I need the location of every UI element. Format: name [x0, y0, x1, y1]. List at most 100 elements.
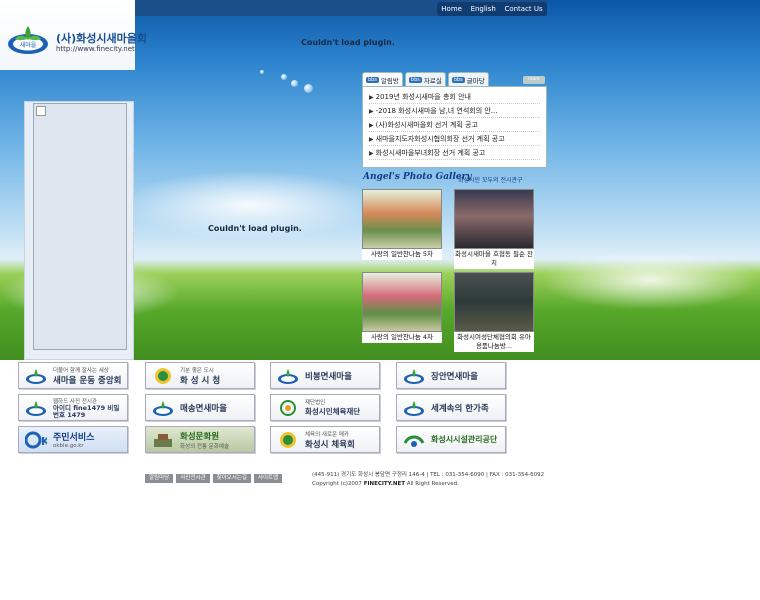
tab-badge-icon: bbs [451, 76, 465, 83]
banner-hwaseong-city[interactable]: 기분 좋은 도시 화 성 시 청 [145, 362, 255, 389]
bubble-decoration [281, 74, 287, 80]
banner-webhard[interactable]: 웹하드 사진 전시관 아이디 fine1479 비밀번호 1479 [18, 394, 128, 421]
gallery-caption: 사랑의 일반찬나눔 5차 [362, 249, 442, 260]
banner-label: 화성시시설관리공단 [431, 435, 498, 444]
footer-address: (445-911) 경기도 화성시 봉담면 구정리 146-4 | TEL : … [312, 472, 545, 478]
notice-tabs: bbs 알림방 bbs 자료실 bbs 글마당 more [362, 72, 547, 86]
bubble-decoration [291, 80, 298, 87]
tab-archive[interactable]: bbs 자료실 [404, 72, 446, 86]
saemaul-logo-icon [404, 400, 424, 416]
banner-subtext: 기분 좋은 도시 [180, 367, 214, 374]
banner-label: 새마을 운동 중앙회 [53, 375, 122, 386]
list-item[interactable]: ▶ 2019년 화성시새마을 총회 안내 [369, 90, 540, 104]
banner-label: 장안면새마을 [431, 371, 478, 382]
tab-badge-icon: bbs [366, 76, 379, 83]
banner-sports-foundation[interactable]: 재단법인 화성시민체육재단 [270, 394, 380, 421]
gallery-item[interactable]: 화성시새마을 호협동 필순 잔치 [454, 189, 534, 269]
banner-resident-service[interactable]: K 주민서비스 okble.go.kr [18, 426, 128, 453]
arrow-right-icon: ▶ [369, 150, 374, 157]
banner-culture-center[interactable]: 화성문화원 화성의 전통 문화예술 [145, 426, 255, 453]
footer-copyright: Copyright (c)2007 FINECITY.NET All Right… [312, 481, 459, 487]
left-panel [24, 101, 134, 360]
banner-maesong[interactable]: 매송면새마을 [145, 394, 255, 421]
banner-global-family[interactable]: 세계속의 한가족 [396, 394, 506, 421]
banner-label: 화성시민체육재단 [305, 407, 361, 416]
gallery-subtitle: 화성시민 모두의 전시관구 [458, 177, 523, 184]
banner-subtext: 화성의 전통 문화예술 [180, 443, 230, 450]
site-logo[interactable]: 새마을 (사)화성시새마을회 http://www.finecity.net [6, 18, 147, 62]
city-emblem-icon [280, 431, 296, 448]
banner-subtext: 체육의 새로운 메카 [305, 431, 349, 438]
gallery-item[interactable]: 화성시여성단체협의회 유아 용품나눔방... [454, 272, 534, 352]
cloud-decoration [540, 250, 760, 310]
banner-subtext: 재단법인 [305, 400, 326, 406]
banner-label: 매송면새마을 [180, 403, 227, 414]
list-item[interactable]: ▶ 새마을지도자화성시협의회장 선거 계획 공고 [369, 132, 540, 146]
banner-jangan[interactable]: 장안면새마을 [396, 362, 506, 389]
footer-link-gallery[interactable]: 사진전시관 [176, 474, 210, 483]
nav-contact-link[interactable]: Contact Us [504, 5, 542, 13]
city-emblem-icon [155, 367, 171, 384]
saemaul-logo-icon [278, 368, 298, 384]
banner-subtext: 더불어 함께 잘사는 세상 [53, 367, 109, 374]
copyright-brand: FINECITY.NET [363, 481, 405, 487]
fortress-icon [154, 433, 172, 447]
header-plugin-message: Couldn't load plugin. [301, 38, 395, 47]
copyright-prefix: Copyright (c)2007 [312, 481, 362, 487]
footer-link-notice[interactable]: 알림마당 [145, 474, 174, 483]
banner-label: 아이디 fine1479 비밀번호 1479 [53, 403, 120, 419]
gallery-photo[interactable] [362, 272, 442, 332]
more-button[interactable]: more [523, 76, 545, 84]
tab-notice[interactable]: bbs 알림방 [362, 72, 403, 86]
gallery-caption: 사랑의 일반찬나눔 4차 [362, 332, 442, 343]
saemaul-logo-icon: 새마을 [8, 26, 48, 54]
notice-list: ▶ 2019년 화성시새마을 총회 안내 ▶ -2018 화성시새마을 남,녀 연석… [362, 86, 547, 168]
footer-link-directions[interactable]: 찾아오시는길 [212, 474, 251, 483]
list-item[interactable]: ▶ -2018 화성시새마을 남,녀 연석회의 안... [369, 104, 540, 118]
nav-english-link[interactable]: English [471, 5, 496, 13]
tab-label: 알림방 [380, 76, 399, 85]
broken-image-icon [36, 106, 46, 116]
gallery-item[interactable]: 사랑의 일반찬나눔 4차 [362, 272, 442, 343]
banner-subtext: okble.go.kr [53, 443, 84, 449]
arrow-right-icon: ▶ [369, 94, 374, 101]
gallery-photo[interactable] [454, 189, 534, 249]
banner-label: 세계속의 한가족 [431, 403, 489, 414]
page: 새마을 (사)화성시새마을회 http://www.finecity.net H… [0, 0, 760, 600]
logo-title: (사)화성시새마을회 [56, 32, 148, 45]
arrow-right-icon: ▶ [369, 136, 374, 143]
banner-facility-corp[interactable]: 화성시시설관리공단 [396, 426, 506, 453]
tab-label: 글마당 [466, 76, 485, 85]
banner-label: 화 성 시 청 [180, 375, 221, 386]
gallery-photo[interactable] [454, 272, 534, 332]
banner-bibong[interactable]: 비봉면새마을 [270, 362, 380, 389]
banner-saemaul-central[interactable]: 더불어 함께 잘사는 세상 새마을 운동 중앙회 [18, 362, 128, 389]
gallery-caption: 화성시새마을 호협동 필순 잔치 [454, 249, 534, 269]
bubble-decoration [304, 84, 313, 93]
list-item[interactable]: ▶ (사)화성시새마을회 선거 계획 공고 [369, 118, 540, 132]
footer-link-sitemap[interactable]: 사이트맵 [253, 474, 283, 483]
banner-label: 주민서비스 [53, 433, 95, 443]
top-navigation: Home English Contact Us [437, 2, 547, 16]
list-item[interactable]: ▶ 화성시새마을부녀회장 선거 계획 공고 [369, 146, 540, 160]
banner-label: 비봉면새마을 [305, 371, 352, 382]
main-plugin-message: Couldn't load plugin. [208, 224, 302, 233]
ok-logo-icon: K [25, 431, 47, 448]
footer-links: 알림마당 사진전시관 찾아오시는길 사이트맵 [145, 474, 283, 483]
gallery-photo[interactable] [362, 189, 442, 249]
logo-url: http://www.finecity.net [56, 45, 135, 53]
left-image-frame [33, 103, 127, 350]
saemaul-logo-icon [153, 400, 173, 416]
banner-sports-council[interactable]: 체육의 새로운 메카 화성시 체육회 [270, 426, 380, 453]
tab-board[interactable]: bbs 글마당 [447, 72, 489, 86]
corp-logo-icon [403, 435, 425, 447]
nav-home-link[interactable]: Home [441, 5, 462, 13]
gallery-caption: 화성시여성단체협의회 유아 용품나눔방... [454, 332, 534, 352]
tab-label: 자료실 [423, 76, 442, 85]
gallery-item[interactable]: 사랑의 일반찬나눔 5차 [362, 189, 442, 260]
saemaul-logo-icon [26, 368, 46, 384]
arrow-right-icon: ▶ [369, 122, 374, 129]
notice-board: bbs 알림방 bbs 자료실 bbs 글마당 more ▶ 2019년 화성시새마을 … [362, 72, 547, 168]
gallery-title: Angel's Photo Gallery [363, 172, 472, 182]
banner-label: 화성시 체육회 [305, 439, 355, 450]
